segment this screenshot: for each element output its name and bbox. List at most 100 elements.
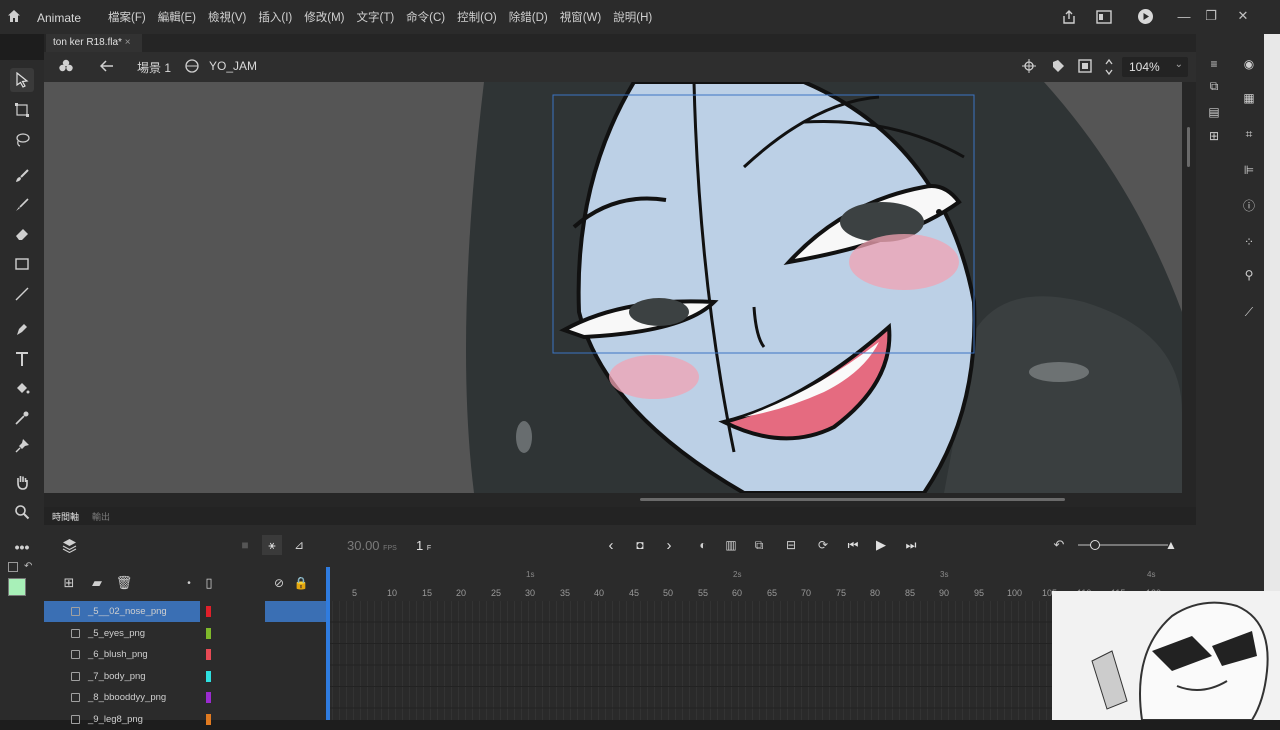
edit-multiple-frames-icon[interactable]: ▥ xyxy=(722,537,740,553)
menu-text[interactable]: 文字(T) xyxy=(356,9,394,25)
timeline-zoom-thumb[interactable] xyxy=(1090,540,1100,550)
reset-zoom-icon[interactable]: ↶ xyxy=(1050,537,1068,553)
symbol-label[interactable]: YO_JAM xyxy=(209,59,257,73)
play-icon[interactable]: ▶ xyxy=(872,537,890,553)
home-icon[interactable] xyxy=(6,8,22,24)
fps-field[interactable]: 30.00 FPS xyxy=(347,538,397,553)
onion-skin-icon[interactable]: ◐ xyxy=(694,537,712,553)
center-stage-icon[interactable] xyxy=(1022,59,1036,73)
layer-color-swatch[interactable] xyxy=(206,649,211,660)
hide-all-icon[interactable]: ⊘ xyxy=(270,575,288,591)
camera-icon[interactable]: ■ xyxy=(236,537,254,553)
text-icon[interactable] xyxy=(10,347,34,371)
share-icon[interactable] xyxy=(1061,9,1077,25)
components-icon[interactable]: ⊞ xyxy=(1204,128,1224,144)
paint-bucket-icon[interactable] xyxy=(10,376,34,400)
free-transform-icon[interactable] xyxy=(10,98,34,122)
layer-name[interactable]: _5_eyes_png xyxy=(88,628,145,639)
assets-icon[interactable]: ▤ xyxy=(1204,104,1224,120)
more-icon[interactable]: ••• xyxy=(10,535,34,559)
menu-help[interactable]: 說明(H) xyxy=(613,9,652,25)
fill-color-swatch[interactable] xyxy=(8,578,26,596)
layer-row[interactable]: _8_bbooddyy_png xyxy=(44,687,326,708)
test-movie-icon[interactable] xyxy=(1137,8,1154,25)
loop-icon[interactable]: ⟳ xyxy=(814,537,832,553)
layer-color-swatch[interactable] xyxy=(206,692,211,703)
layer-row[interactable]: _7_body_png xyxy=(44,666,326,687)
new-layer-icon[interactable]: ⊞ xyxy=(62,575,76,591)
classic-tween-icon[interactable]: ⊟ xyxy=(782,537,800,553)
lasso-icon[interactable] xyxy=(10,128,34,152)
default-colors-icon[interactable] xyxy=(8,562,18,572)
motion-editor-icon[interactable]: ⟋ xyxy=(1240,304,1258,320)
layer-row[interactable]: _5_eyes_png xyxy=(44,623,326,644)
zoom-stepper-icon[interactable] xyxy=(1104,58,1114,76)
align-icon[interactable]: ⊫ xyxy=(1240,162,1258,178)
rotation-icon[interactable] xyxy=(1050,58,1066,74)
swap-colors-icon[interactable]: ↶ xyxy=(24,561,32,572)
menu-control[interactable]: 控制(O) xyxy=(457,9,497,25)
brush-icon[interactable] xyxy=(10,193,34,217)
transform-icon[interactable]: ⌗ xyxy=(1240,126,1258,142)
vertical-scrollbar[interactable] xyxy=(1182,82,1196,493)
menu-insert[interactable]: 插入(I) xyxy=(258,9,292,25)
brush-library-icon[interactable]: ◉ xyxy=(1240,56,1258,72)
output-tab[interactable]: 輸出 xyxy=(92,510,110,523)
properties-icon[interactable]: ≡ xyxy=(1204,56,1224,72)
go-to-last-frame-icon[interactable]: ⏭ xyxy=(902,537,920,553)
next-keyframe-icon[interactable]: › xyxy=(662,537,676,554)
new-folder-icon[interactable]: ▰ xyxy=(88,575,106,591)
layer-name[interactable]: _5__02_nose_png xyxy=(88,606,167,617)
delete-layer-icon[interactable]: 🗑 xyxy=(116,575,133,591)
zoom-select[interactable]: 104% ⌄ xyxy=(1122,57,1188,77)
restore-icon[interactable]: ❐ xyxy=(1201,6,1221,26)
library-icon[interactable]: ⧉ xyxy=(1204,78,1224,94)
color-icon[interactable]: ⁘ xyxy=(1240,234,1258,250)
layer-color-swatch[interactable] xyxy=(206,671,211,682)
selection-icon[interactable] xyxy=(10,68,34,92)
stage[interactable] xyxy=(44,82,1182,493)
lock-all-icon[interactable]: 🔒 xyxy=(294,575,309,591)
horizontal-scrollbar[interactable] xyxy=(44,493,1196,507)
graph-icon[interactable]: ⊿ xyxy=(290,537,308,553)
menu-view[interactable]: 檢視(V) xyxy=(208,9,246,25)
layer-name[interactable]: _8_bbooddyy_png xyxy=(88,692,166,703)
back-arrow-icon[interactable] xyxy=(100,60,114,72)
layer-row[interactable]: _5__02_nose_png xyxy=(44,601,326,622)
layers-icon[interactable] xyxy=(62,538,77,553)
zoom-icon[interactable] xyxy=(10,500,34,524)
menu-edit[interactable]: 編輯(E) xyxy=(158,9,196,25)
scene-label[interactable]: 場景 1 xyxy=(137,59,171,76)
document-tab[interactable]: ton ker R18.fla* × xyxy=(46,34,142,52)
eyedropper-icon[interactable] xyxy=(10,406,34,430)
clip-icon[interactable] xyxy=(1078,59,1092,73)
close-tab-icon[interactable]: × xyxy=(125,37,131,48)
rectangle-icon[interactable] xyxy=(10,252,34,276)
menu-file[interactable]: 檔案(F) xyxy=(108,9,146,25)
frame-field[interactable]: 1 F xyxy=(416,538,431,553)
create-tween-icon[interactable]: ⧉ xyxy=(750,537,768,553)
layer-color-swatch[interactable] xyxy=(206,606,211,617)
paint-brush-icon[interactable] xyxy=(10,164,34,188)
timeline-zoom-max-icon[interactable]: ▲ xyxy=(1162,537,1180,553)
playhead[interactable] xyxy=(326,567,330,720)
insert-keyframe-icon[interactable]: ◘ xyxy=(632,537,648,553)
hand-icon[interactable] xyxy=(10,470,34,494)
close-icon[interactable]: ✕ xyxy=(1233,6,1253,26)
frame-picker-icon[interactable]: ▦ xyxy=(1240,90,1258,106)
layer-row[interactable]: _6_blush_png xyxy=(44,644,326,665)
prev-keyframe-icon[interactable]: ‹ xyxy=(604,537,618,554)
outline-icon[interactable]: ▯ xyxy=(204,575,214,591)
layer-name[interactable]: _7_body_png xyxy=(88,671,146,682)
line-icon[interactable] xyxy=(10,282,34,306)
go-to-first-frame-icon[interactable]: ⏮ xyxy=(844,537,862,553)
menu-modify[interactable]: 修改(M) xyxy=(304,9,344,25)
highlight-layers-icon[interactable]: • xyxy=(184,575,194,591)
menu-window[interactable]: 視窗(W) xyxy=(560,9,602,25)
layer-color-swatch[interactable] xyxy=(206,628,211,639)
menu-debug[interactable]: 除錯(D) xyxy=(509,9,548,25)
menu-commands[interactable]: 命令(C) xyxy=(406,9,445,25)
workspace-icon[interactable] xyxy=(1096,10,1112,24)
motion-presets-icon[interactable]: ⚲ xyxy=(1240,267,1258,283)
pin-icon[interactable] xyxy=(10,434,34,458)
